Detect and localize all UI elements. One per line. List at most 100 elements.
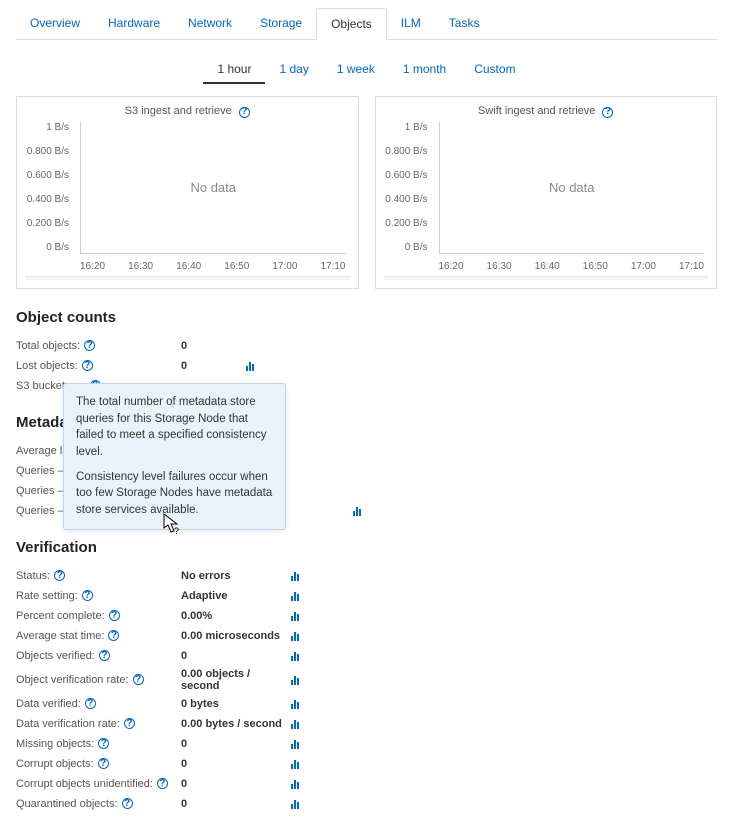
bar-chart-icon[interactable] bbox=[353, 505, 361, 516]
svg-text:?: ? bbox=[174, 526, 179, 535]
help-icon[interactable]: ? bbox=[157, 778, 168, 789]
row-value: No errors bbox=[181, 570, 291, 582]
row-value: Adaptive bbox=[181, 590, 291, 602]
time-tab-1-hour[interactable]: 1 hour bbox=[203, 56, 265, 84]
verification-table: Status:?No errorsRate setting:?AdaptiveP… bbox=[16, 566, 717, 814]
chart-body: 1 B/s0.800 B/s0.600 B/s0.400 B/s0.200 B/… bbox=[384, 122, 709, 272]
x-tick: 16:30 bbox=[487, 261, 512, 272]
help-icon[interactable]: ? bbox=[54, 570, 65, 581]
tab-tasks[interactable]: Tasks bbox=[435, 8, 494, 39]
y-tick: 0.200 B/s bbox=[25, 218, 69, 229]
bar-chart-icon[interactable] bbox=[291, 798, 299, 809]
help-icon[interactable]: ? bbox=[98, 738, 109, 749]
row-label: Total objects:? bbox=[16, 340, 181, 352]
row-label: Missing objects:? bbox=[16, 738, 181, 750]
help-icon[interactable]: ? bbox=[602, 107, 613, 118]
bar-chart-icon[interactable] bbox=[291, 778, 299, 789]
data-row: Data verification rate:?0.00 bytes / sec… bbox=[16, 714, 717, 734]
help-icon[interactable]: ? bbox=[239, 107, 250, 118]
help-icon[interactable]: ? bbox=[99, 650, 110, 661]
data-row: Average stat time:?0.00 microseconds bbox=[16, 626, 717, 646]
chart-title: Swift ingest and retrieve ? bbox=[384, 105, 709, 118]
row-label: Data verified:? bbox=[16, 698, 181, 710]
bar-chart-icon[interactable] bbox=[291, 630, 299, 641]
tab-storage[interactable]: Storage bbox=[246, 8, 316, 39]
row-label: Percent complete:? bbox=[16, 610, 181, 622]
x-tick: 17:10 bbox=[679, 261, 704, 272]
time-tab-1-day[interactable]: 1 day bbox=[265, 56, 322, 84]
chart-title: S3 ingest and retrieve ? bbox=[25, 105, 350, 118]
data-row: Missing objects:?0 bbox=[16, 734, 717, 754]
tab-network[interactable]: Network bbox=[174, 8, 246, 39]
section-heading-object-counts: Object counts bbox=[16, 309, 717, 326]
plot-area: No data bbox=[439, 122, 705, 254]
chart-title-text: Swift ingest and retrieve bbox=[478, 105, 595, 117]
y-tick: 0.200 B/s bbox=[384, 218, 428, 229]
data-row: Corrupt objects:?0 bbox=[16, 754, 717, 774]
row-label: Status:? bbox=[16, 570, 181, 582]
data-row: Status:?No errors bbox=[16, 566, 717, 586]
bar-chart-icon[interactable] bbox=[291, 650, 299, 661]
y-axis: 1 B/s0.800 B/s0.600 B/s0.400 B/s0.200 B/… bbox=[25, 122, 75, 254]
y-axis: 1 B/s0.800 B/s0.600 B/s0.400 B/s0.200 B/… bbox=[384, 122, 434, 254]
y-tick: 0 B/s bbox=[384, 242, 428, 253]
row-value: 0 bbox=[181, 650, 291, 662]
time-tab-custom[interactable]: Custom bbox=[460, 56, 529, 84]
help-icon[interactable]: ? bbox=[84, 340, 95, 351]
time-tab-1-week[interactable]: 1 week bbox=[323, 56, 389, 84]
row-label: Average stat time:? bbox=[16, 630, 181, 642]
y-tick: 0.400 B/s bbox=[25, 194, 69, 205]
bar-chart-icon[interactable] bbox=[291, 698, 299, 709]
plot-area: No data bbox=[80, 122, 346, 254]
bar-chart-icon[interactable] bbox=[291, 590, 299, 601]
tab-hardware[interactable]: Hardware bbox=[94, 8, 174, 39]
bar-chart-icon[interactable] bbox=[246, 360, 254, 371]
data-row: Total objects:?0 bbox=[16, 336, 717, 356]
y-tick: 0.400 B/s bbox=[384, 194, 428, 205]
help-icon[interactable]: ? bbox=[122, 798, 133, 809]
chart-title-text: S3 ingest and retrieve bbox=[125, 105, 232, 117]
chart-scrollbar[interactable] bbox=[384, 276, 709, 280]
chart-s3: S3 ingest and retrieve ? 1 B/s0.800 B/s0… bbox=[16, 96, 359, 289]
charts-row: S3 ingest and retrieve ? 1 B/s0.800 B/s0… bbox=[16, 96, 717, 289]
y-tick: 1 B/s bbox=[384, 122, 428, 133]
row-value: 0 bbox=[181, 738, 291, 750]
x-tick: 16:40 bbox=[176, 261, 201, 272]
time-tab-1-month[interactable]: 1 month bbox=[389, 56, 460, 84]
tab-objects[interactable]: Objects bbox=[316, 8, 387, 40]
help-icon[interactable]: ? bbox=[133, 674, 144, 685]
row-value: 0.00 bytes / second bbox=[181, 718, 291, 730]
row-label-text: Lost objects: bbox=[16, 360, 78, 372]
bar-chart-icon[interactable] bbox=[291, 718, 299, 729]
bar-chart-icon[interactable] bbox=[291, 610, 299, 621]
row-value: 0 bbox=[181, 778, 291, 790]
x-tick: 16:20 bbox=[439, 261, 464, 272]
row-value: 0 bytes bbox=[181, 698, 291, 710]
row-label-text: Average stat time: bbox=[16, 630, 104, 642]
bar-chart-icon[interactable] bbox=[291, 570, 299, 581]
row-label-text: Corrupt objects: bbox=[16, 758, 94, 770]
data-row: Rate setting:?Adaptive bbox=[16, 586, 717, 606]
help-icon[interactable]: ? bbox=[85, 698, 96, 709]
data-row: Corrupt objects unidentified:?0 bbox=[16, 774, 717, 794]
bar-chart-icon[interactable] bbox=[291, 758, 299, 769]
chart-scrollbar[interactable] bbox=[25, 276, 350, 280]
tooltip-text: Consistency level failures occur when to… bbox=[76, 469, 273, 519]
row-label-text: Percent complete: bbox=[16, 610, 105, 622]
help-icon[interactable]: ? bbox=[124, 718, 135, 729]
bar-chart-icon[interactable] bbox=[291, 738, 299, 749]
help-icon[interactable]: ? bbox=[82, 590, 93, 601]
row-label-text: Data verified: bbox=[16, 698, 81, 710]
data-row: Percent complete:?0.00% bbox=[16, 606, 717, 626]
tab-overview[interactable]: Overview bbox=[16, 8, 94, 39]
x-axis: 16:2016:3016:4016:5017:0017:10 bbox=[80, 261, 346, 272]
tab-ilm[interactable]: ILM bbox=[387, 8, 435, 39]
row-label-text: Missing objects: bbox=[16, 738, 94, 750]
help-icon[interactable]: ? bbox=[98, 758, 109, 769]
help-icon[interactable]: ? bbox=[109, 610, 120, 621]
help-tooltip: The total number of metadata store queri… bbox=[63, 383, 286, 530]
help-icon[interactable]: ? bbox=[82, 360, 93, 371]
bar-chart-icon[interactable] bbox=[291, 674, 299, 685]
help-icon[interactable]: ? bbox=[108, 630, 119, 641]
cursor-icon: ? bbox=[163, 513, 181, 538]
